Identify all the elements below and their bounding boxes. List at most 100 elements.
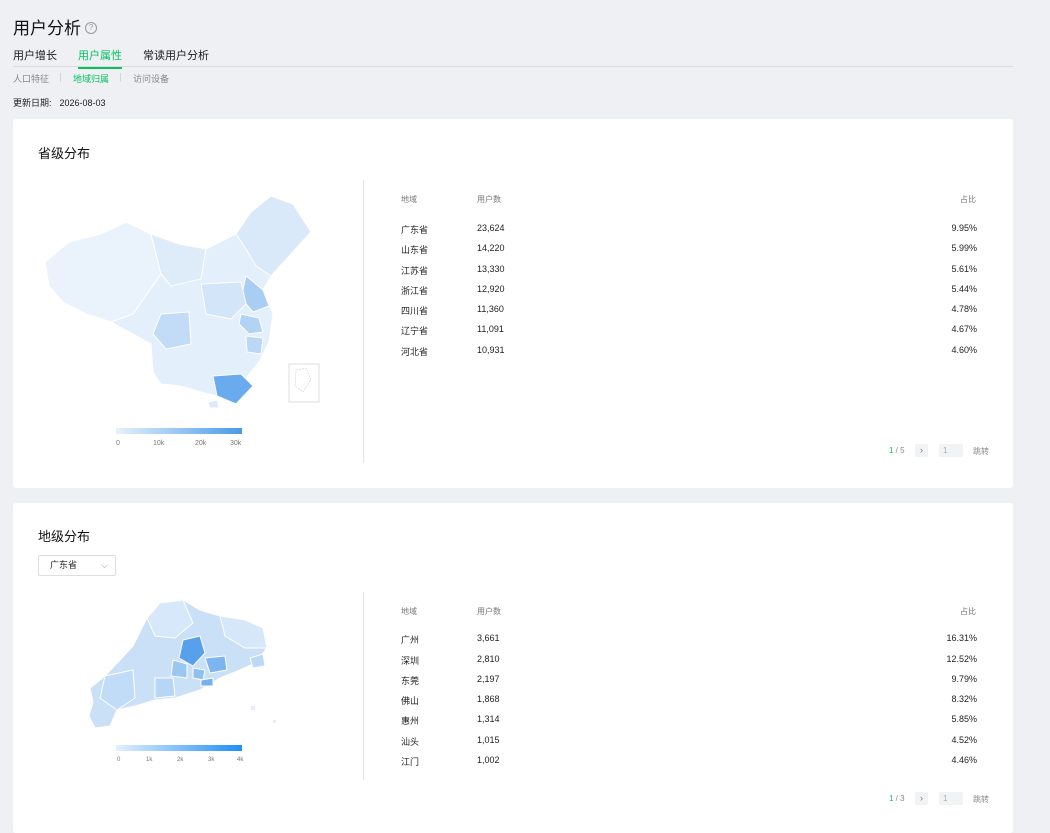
cell-region: 惠州 — [401, 716, 420, 726]
cell-share: 4.46% — [951, 755, 977, 765]
table-row: 辽宁省 11,091 4.67% — [401, 324, 977, 336]
map-region-hainan[interactable] — [207, 399, 220, 409]
vertical-divider — [363, 180, 364, 463]
table-row: 河北省 10,931 4.60% — [401, 345, 977, 357]
cell-share: 8.32% — [951, 694, 977, 704]
cell-region: 江苏省 — [401, 266, 429, 276]
column-header-share: 占比 — [960, 607, 976, 616]
tab-user-growth[interactable]: 用户增长 — [13, 47, 57, 67]
cell-share: 4.52% — [951, 735, 977, 745]
subtab-devices[interactable]: 访问设备 — [133, 72, 169, 85]
page-jump-input[interactable]: 1 — [939, 792, 963, 805]
map-city-dongguan[interactable] — [192, 667, 206, 681]
cell-users: 1,015 — [477, 735, 500, 745]
cell-share: 12.52% — [946, 654, 977, 664]
table-row: 广东省 23,624 9.95% — [401, 223, 977, 235]
map-region-zhejiang[interactable] — [245, 335, 264, 355]
city-title: 地级分布 — [38, 529, 91, 544]
cell-region: 广东省 — [401, 225, 429, 235]
city-legend-tick: 2k — [177, 757, 184, 763]
map-city-jiangmen[interactable] — [154, 677, 176, 699]
page-jump-button[interactable]: 跳转 — [973, 794, 989, 805]
cell-users: 2,197 — [477, 674, 500, 684]
cell-region: 浙江省 — [401, 286, 429, 296]
cell-users: 1,314 — [477, 714, 500, 724]
city-pager-status: 1 / 3 — [889, 794, 905, 803]
subtab-demographics[interactable]: 人口特征 — [13, 72, 49, 85]
cell-share: 5.85% — [951, 714, 977, 724]
table-row: 四川省 11,360 4.78% — [401, 304, 977, 316]
city-card: 地级分布 广东省 ⌵ 0 1k 2k 3k 4k 地域 用户数 占比 广州 3,6… — [13, 503, 1013, 833]
cell-share: 4.67% — [951, 324, 977, 334]
pager-total: 5 — [900, 446, 905, 455]
table-row: 佛山 1,868 8.32% — [401, 694, 977, 706]
page-jump-input[interactable]: 1 — [939, 444, 963, 457]
map-region-guangdong[interactable] — [212, 373, 254, 405]
city-legend-tick: 4k — [237, 757, 244, 763]
cell-region: 佛山 — [401, 696, 420, 706]
cell-users: 12,920 — [477, 284, 505, 294]
cell-share: 16.31% — [946, 633, 977, 643]
map-islands — [251, 706, 276, 723]
china-map[interactable] — [41, 194, 321, 409]
cell-users: 11,091 — [477, 324, 504, 334]
table-row: 东莞 2,197 9.79% — [401, 674, 977, 686]
column-header-region: 地域 — [401, 195, 417, 204]
city-legend-tick: 3k — [208, 757, 215, 763]
pager-current: 1 — [889, 794, 894, 803]
province-legend-tick: 0 — [116, 440, 120, 447]
cell-users: 2,810 — [477, 654, 500, 664]
cell-region: 广州 — [401, 635, 420, 645]
table-row: 广州 3,661 16.31% — [401, 633, 977, 645]
cell-share: 9.79% — [951, 674, 977, 684]
cell-users: 10,931 — [477, 345, 505, 355]
column-header-users: 用户数 — [477, 195, 501, 204]
column-header-share: 占比 — [960, 195, 976, 204]
province-pager-status: 1 / 5 — [889, 446, 905, 455]
cell-users: 23,624 — [477, 223, 505, 233]
province-card: 省级分布 0 10k 20k 30k 地域 用户数 占比 广东省 23,624 9.… — [13, 119, 1013, 488]
next-page-button[interactable]: › — [915, 444, 928, 457]
cell-users: 11,360 — [477, 304, 504, 314]
page-jump-button[interactable]: 跳转 — [973, 446, 989, 457]
table-row: 江苏省 13,330 5.61% — [401, 264, 977, 276]
cell-region: 辽宁省 — [401, 326, 429, 336]
city-legend-bar — [116, 745, 242, 751]
cell-share: 4.60% — [951, 345, 977, 355]
province-select[interactable]: 广东省 ⌵ — [38, 555, 116, 576]
column-header-region: 地域 — [401, 607, 417, 616]
update-date: 更新日期: 2026-08-03 — [13, 96, 106, 109]
province-legend-tick: 30k — [230, 440, 242, 447]
cell-users: 3,661 — [477, 633, 500, 643]
main-tabs: 用户增长 用户属性 常读用户分析 — [13, 47, 1013, 69]
cell-users: 1,868 — [477, 694, 500, 704]
cell-region: 深圳 — [401, 656, 420, 666]
province-legend-tick: 20k — [195, 440, 207, 447]
cell-share: 5.99% — [951, 243, 977, 253]
next-page-button[interactable]: › — [915, 792, 928, 805]
vertical-divider — [363, 592, 364, 780]
tab-frequent-readers[interactable]: 常读用户分析 — [143, 47, 209, 67]
province-select-value: 广东省 — [50, 560, 78, 570]
column-header-users: 用户数 — [477, 607, 501, 616]
subtab-region[interactable]: 地域归属 — [73, 72, 109, 85]
help-icon[interactable]: ? — [85, 21, 97, 34]
table-row: 深圳 2,810 12.52% — [401, 654, 977, 666]
table-row: 惠州 1,314 5.85% — [401, 714, 977, 726]
south-sea-islands — [294, 367, 312, 393]
cell-share: 9.95% — [951, 223, 977, 233]
cell-region: 汕头 — [401, 737, 420, 747]
pager-current: 1 — [889, 446, 894, 455]
page-title: 用户分析? — [13, 14, 97, 39]
map-city-shenzhen[interactable] — [200, 677, 214, 687]
tab-user-attributes[interactable]: 用户属性 — [78, 47, 122, 69]
pager-total: 3 — [900, 794, 905, 803]
province-legend-tick: 10k — [153, 440, 165, 447]
guangdong-map[interactable] — [75, 598, 280, 730]
page-title-text: 用户分析 — [13, 19, 81, 38]
cell-users: 1,002 — [477, 755, 500, 765]
cell-share: 5.44% — [951, 284, 977, 294]
province-title: 省级分布 — [38, 146, 91, 161]
cell-region: 江门 — [401, 757, 420, 767]
cell-users: 13,330 — [477, 264, 505, 274]
